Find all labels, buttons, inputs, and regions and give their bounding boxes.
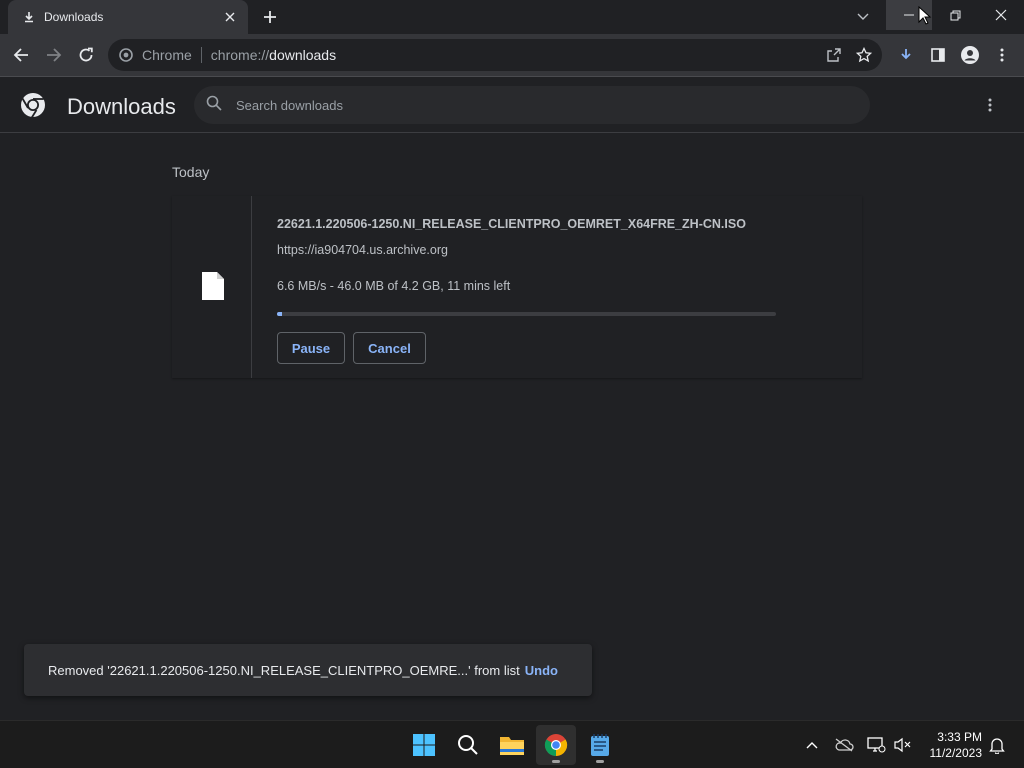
tab-downloads[interactable]: Downloads <box>8 0 248 34</box>
url-host: downloads <box>269 47 337 63</box>
folder-icon <box>500 737 524 755</box>
date-group-label: Today <box>172 164 210 180</box>
tab-strip: Downloads <box>0 0 1024 34</box>
downloads-toolbar-icon[interactable] <box>893 42 919 68</box>
bell-icon[interactable] <box>985 733 1009 757</box>
browser-toolbar: Chrome chrome://downloads <box>0 34 1024 77</box>
clock-time: 3:33 PM <box>937 730 982 744</box>
share-icon[interactable] <box>822 43 846 67</box>
notepad-taskbar-button[interactable] <box>580 725 620 765</box>
chrome-icon <box>544 734 568 757</box>
search-input[interactable] <box>236 97 836 113</box>
close-window-button[interactable] <box>978 0 1024 30</box>
restore-button[interactable] <box>932 0 978 30</box>
chrome-icon <box>118 47 134 63</box>
address-bar[interactable]: Chrome chrome://downloads <box>108 39 882 71</box>
search-box[interactable] <box>194 86 870 124</box>
profile-avatar[interactable] <box>957 42 983 68</box>
file-icon <box>202 272 224 300</box>
network-icon[interactable] <box>864 733 888 757</box>
download-progress-fill <box>277 312 283 316</box>
download-progress-bar <box>277 312 776 316</box>
chevron-up-icon[interactable] <box>800 733 824 757</box>
download-icon <box>22 10 36 24</box>
chevron-down-icon[interactable] <box>852 6 874 28</box>
more-actions-icon[interactable] <box>978 92 1002 118</box>
kebab-menu-icon[interactable] <box>989 42 1015 68</box>
chrome-taskbar-button[interactable] <box>536 725 576 765</box>
volume-muted-icon[interactable] <box>890 733 914 757</box>
forward-button[interactable] <box>41 42 67 68</box>
system-clock[interactable]: 3:33 PM 11/2/2023 <box>920 729 983 761</box>
file-explorer-button[interactable] <box>492 725 532 765</box>
side-panel-icon[interactable] <box>925 42 951 68</box>
file-source-url[interactable]: https://ia904704.us.archive.org <box>277 243 448 257</box>
windows-taskbar: 3:33 PM 11/2/2023 <box>0 720 1024 768</box>
onedrive-offline-icon[interactable] <box>832 733 856 757</box>
taskbar-search-button[interactable] <box>448 725 488 765</box>
url-text: chrome://downloads <box>211 47 336 63</box>
star-icon[interactable] <box>852 43 876 67</box>
file-icon-column <box>172 196 252 378</box>
undo-button[interactable]: Undo <box>525 663 558 678</box>
windows-logo-icon <box>413 734 435 756</box>
search-icon <box>206 95 222 116</box>
chrome-logo-icon <box>20 92 46 119</box>
downloads-header: Downloads <box>0 78 1024 133</box>
mouse-cursor <box>918 5 932 26</box>
start-button[interactable] <box>404 725 444 765</box>
file-name: 22621.1.220506-1250.NI_RELEASE_CLIENTPRO… <box>277 217 746 231</box>
toast-message: Removed '22621.1.220506-1250.NI_RELEASE_… <box>48 662 520 678</box>
omnibox-divider <box>200 47 202 63</box>
removed-toast: Removed '22621.1.220506-1250.NI_RELEASE_… <box>24 644 592 696</box>
url-scheme: chrome:// <box>210 47 270 63</box>
site-chip[interactable]: Chrome <box>118 47 192 63</box>
reload-button[interactable] <box>73 42 99 68</box>
active-app-indicator <box>552 760 560 763</box>
notepad-icon <box>591 734 609 756</box>
download-item: 22621.1.220506-1250.NI_RELEASE_CLIENTPRO… <box>172 196 862 378</box>
pause-button[interactable]: Pause <box>277 332 345 364</box>
page-title: Downloads <box>67 94 176 119</box>
clock-date: 11/2/2023 <box>929 746 983 760</box>
running-app-indicator <box>596 760 604 763</box>
new-tab-button[interactable] <box>258 6 282 28</box>
back-button[interactable] <box>8 42 34 68</box>
search-icon <box>458 735 478 755</box>
download-status: 6.6 MB/s - 46.0 MB of 4.2 GB, 11 mins le… <box>277 279 511 293</box>
site-chip-label: Chrome <box>142 47 192 63</box>
cancel-button[interactable]: Cancel <box>353 332 426 364</box>
tab-title: Downloads <box>44 10 104 24</box>
close-icon[interactable] <box>222 9 238 25</box>
